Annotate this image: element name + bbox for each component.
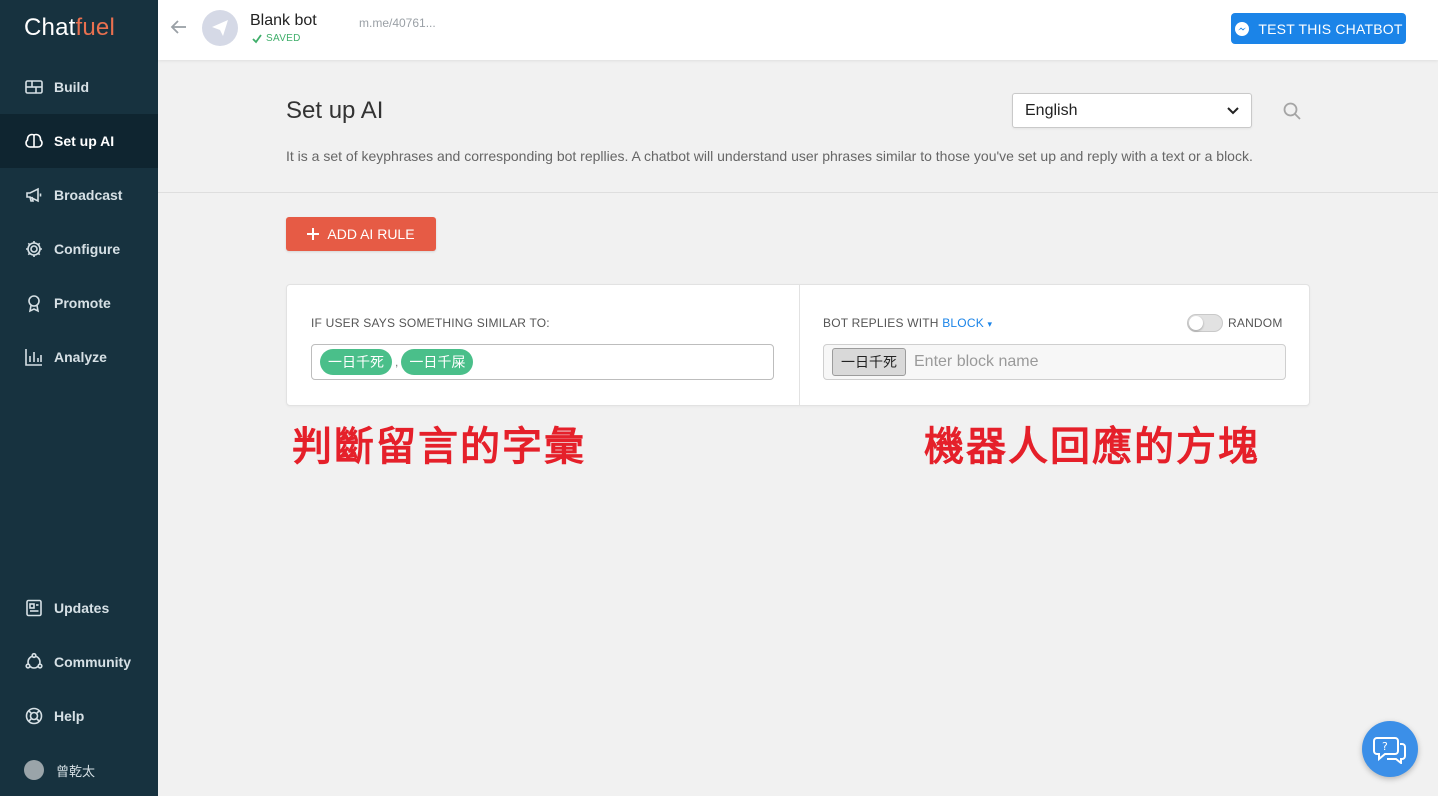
user-name: 曾乾太 [56,764,96,780]
gear-icon [26,241,42,257]
phrase-tag[interactable]: 一日千屎 [401,349,474,375]
sidebar-item-label: Community [54,654,131,670]
sidebar-item-label: Help [54,708,85,724]
card-column-divider [799,285,800,405]
sidebar-item-updates[interactable]: Updates [0,581,158,635]
saved-status: SAVED [252,33,301,44]
sidebar-item-promote[interactable]: Promote [0,276,158,330]
saved-label: SAVED [266,33,301,44]
add-ai-rule-label: ADD AI RULE [327,226,415,242]
bot-replies-text: BOT REPLIES WITH [823,316,939,330]
sidebar-item-analyze[interactable]: Analyze [0,330,158,384]
divider [158,192,1438,193]
test-chatbot-button[interactable]: TEST THIS CHATBOT [1231,13,1406,44]
community-icon [25,652,43,669]
bot-avatar[interactable] [202,10,238,46]
random-label: RANDOM [1228,316,1283,330]
sidebar-item-community[interactable]: Community [0,635,158,689]
toggle-knob [1189,316,1203,330]
sidebar-item-label: Set up AI [54,133,115,149]
messenger-icon [1235,21,1250,36]
sidebar-item-help[interactable]: Help [0,689,158,743]
logo-text-fuel: fuel [75,14,115,41]
news-icon [26,599,42,617]
language-value: English [1025,101,1078,119]
block-chip[interactable]: 一日千死 [832,348,906,376]
back-arrow-icon[interactable] [168,16,190,38]
user-says-label: IF USER SAYS SOMETHING SIMILAR TO: [311,316,550,330]
help-chat-button[interactable]: ? [1362,721,1418,777]
chatfuel-logo[interactable]: Chatfuel [24,14,115,42]
bricks-icon [25,80,43,94]
sidebar-item-build[interactable]: Build [0,60,158,114]
sidebar-item-label: Build [54,79,89,95]
sidebar-item-label: Broadcast [54,187,123,203]
sidebar-item-set-up-ai[interactable]: Set up AI [0,114,158,168]
page-description: It is a set of keyphrases and correspond… [286,148,1253,164]
plus-icon [307,228,320,240]
bar-chart-icon [25,349,42,366]
ai-rule-card: IF USER SAYS SOMETHING SIMILAR TO: 一日千死 … [286,284,1310,406]
language-select[interactable]: English [1012,93,1252,128]
user-phrases-input[interactable]: 一日千死 , 一日千屎 [311,344,774,380]
bot-link[interactable]: m.me/40761... [359,16,436,30]
sidebar-item-label: Updates [54,600,110,616]
brain-icon [25,133,43,148]
test-chatbot-label: TEST THIS CHATBOT [1258,20,1403,37]
annotation-left: 判斷留言的字彙 [292,424,586,470]
phrase-separator: , [395,355,399,369]
add-ai-rule-button[interactable]: ADD AI RULE [286,217,436,251]
sidebar-item-configure[interactable]: Configure [0,222,158,276]
block-name-input[interactable]: 一日千死 Enter block name [823,344,1286,380]
sidebar-item-broadcast[interactable]: Broadcast [0,168,158,222]
caret-down-icon[interactable]: ▾ [987,319,992,329]
bot-name[interactable]: Blank bot [250,12,317,30]
sidebar-item-label: Analyze [54,349,107,365]
sidebar-item-label: Promote [54,295,111,311]
megaphone-icon [26,187,42,203]
search-icon[interactable] [1281,100,1303,122]
random-toggle[interactable] [1187,314,1223,332]
sidebar: Chatfuel Build Set up AI Broadcast Confi… [0,0,158,796]
lifebuoy-icon [25,707,43,725]
badge-icon [28,295,40,313]
logo-text-chat: Chat [24,14,76,41]
annotation-right: 機器人回應的方塊 [924,424,1260,470]
top-header: Blank bot SAVED m.me/40761... TEST THIS … [158,0,1438,60]
paper-plane-icon [212,20,228,36]
sidebar-item-profile[interactable]: 曾乾太 [0,743,158,796]
chat-question-icon: ? [1373,737,1406,764]
svg-text:?: ? [1382,740,1388,753]
block-name-placeholder: Enter block name [914,353,1039,370]
check-icon [252,33,262,43]
page-title: Set up AI [286,97,384,124]
avatar [24,760,44,780]
chevron-down-icon [1227,106,1239,114]
bot-replies-label: BOT REPLIES WITH BLOCK ▾ [823,316,992,330]
reply-type-dropdown[interactable]: BLOCK [942,316,984,330]
sidebar-item-label: Configure [54,241,121,257]
phrase-tag[interactable]: 一日千死 [320,349,392,375]
